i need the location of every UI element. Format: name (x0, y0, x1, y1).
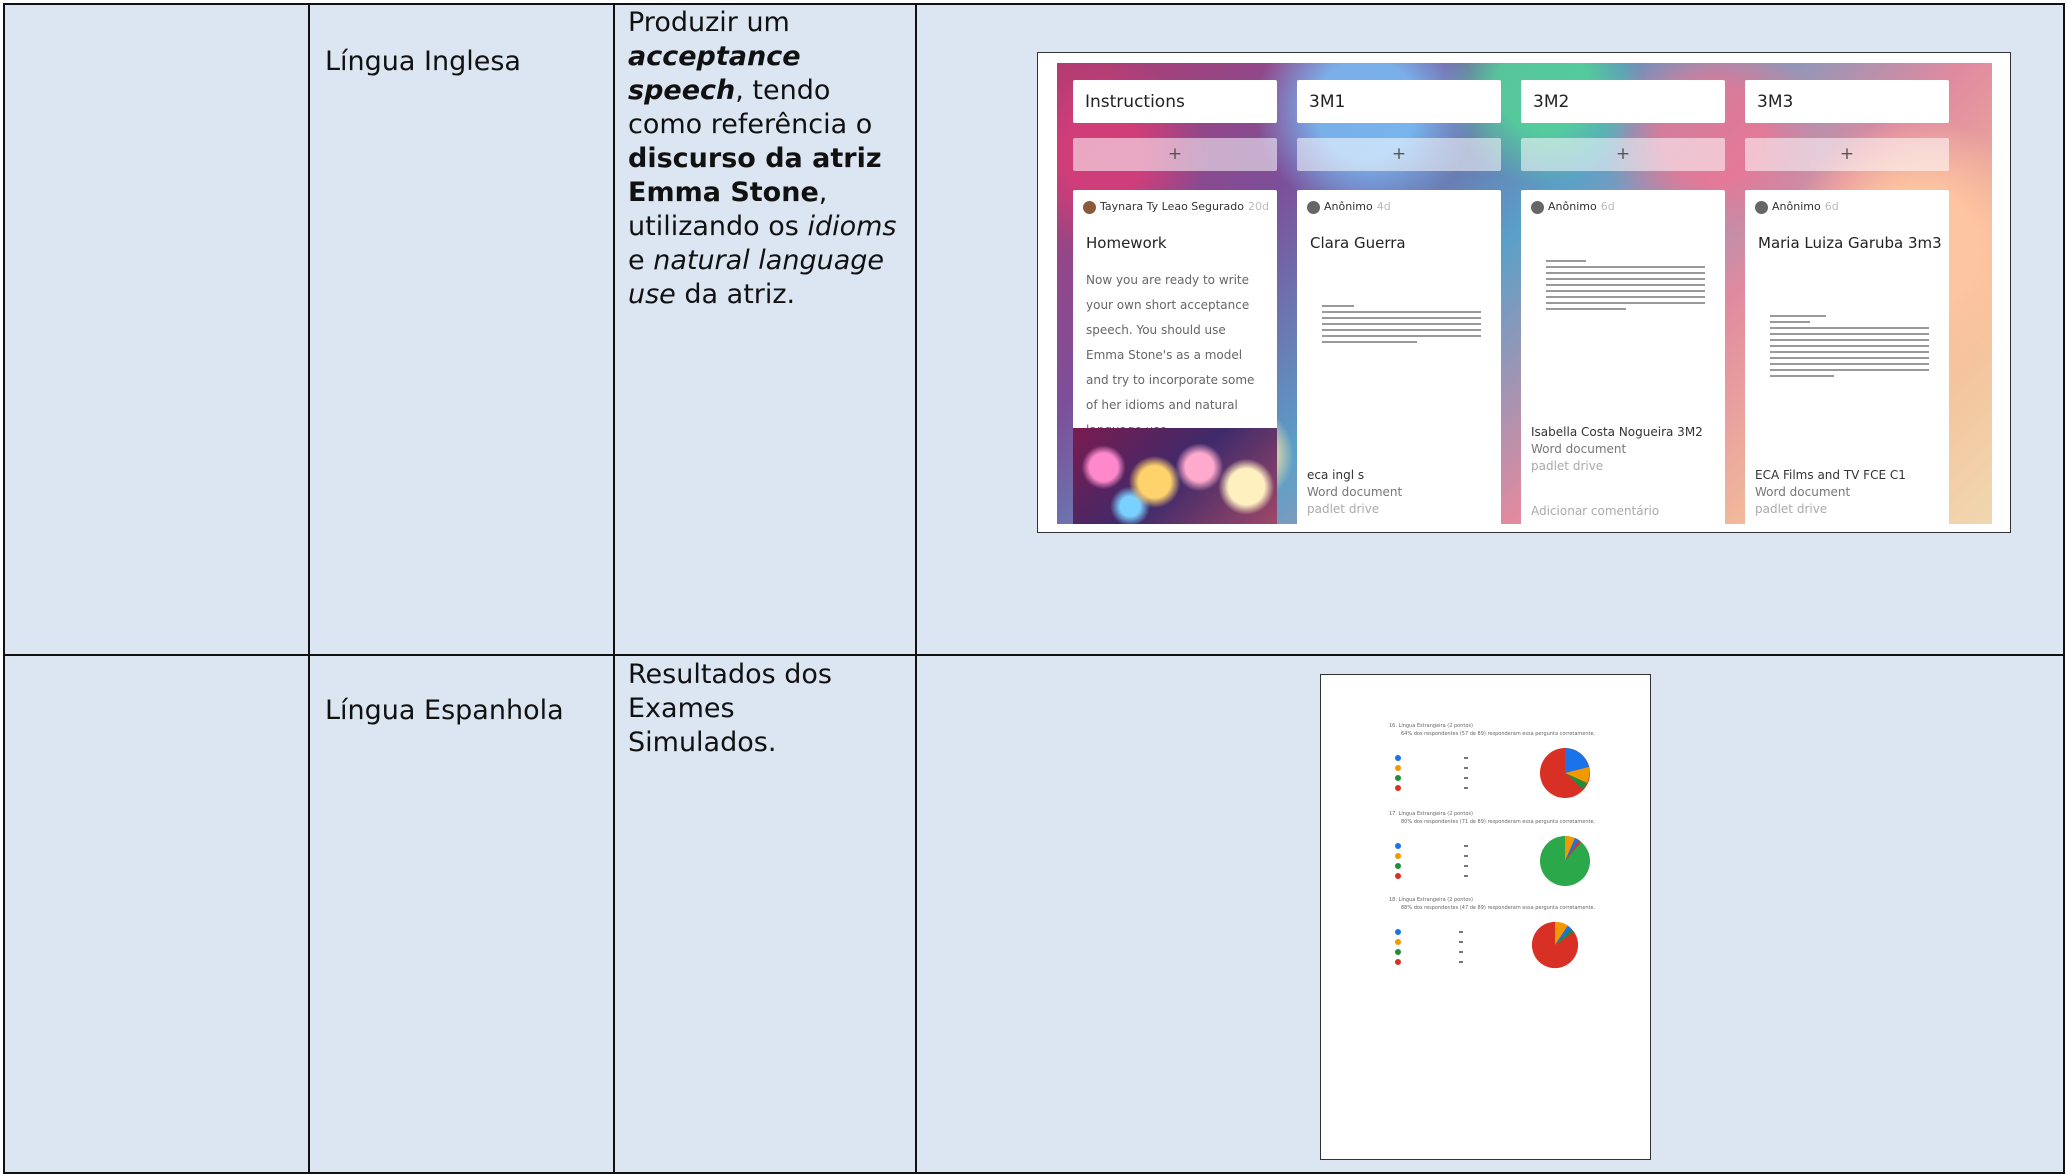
post-attachment: eca ingl s Word document padlet drive (1307, 468, 1403, 516)
legend-dot (1395, 853, 1401, 859)
avatar (1755, 200, 1768, 214)
subject-label: Língua Espanhola (325, 695, 564, 726)
activity-description: Produzir um acceptance speech, tendo com… (628, 7, 897, 310)
column-header-3m3: 3M3 (1745, 80, 1949, 123)
row2-subject-cell: Língua Espanhola (308, 654, 615, 1174)
post-title: Homework (1086, 234, 1167, 252)
legend-dot (1395, 929, 1401, 935)
pie-chart (1531, 921, 1579, 969)
post-author: Anônimo 6d (1531, 200, 1615, 214)
padlet-screenshot: Instructions + Taynara Ty Leao Segurado 2… (1037, 52, 2011, 533)
question-label: 18. Língua Estrangeira (2 pontos) (1389, 897, 1473, 903)
post-author: Anônimo 4d (1307, 200, 1391, 214)
avatar (1531, 200, 1544, 214)
legend-value (1464, 845, 1468, 847)
row2-col1-cell (3, 654, 310, 1174)
legend-dot (1395, 755, 1401, 761)
legend-dot (1395, 765, 1401, 771)
legend-value (1464, 777, 1468, 779)
exam-results-screenshot: 16. Língua Estrangeira (2 pontos) 64% do… (1320, 674, 1651, 1160)
column-header-3m1: 3M1 (1297, 80, 1501, 123)
post-author: Taynara Ty Leao Segurado 20d (1083, 200, 1269, 214)
avatar (1083, 200, 1096, 214)
legend-value (1459, 951, 1463, 953)
post-author: Anônimo 6d (1755, 200, 1839, 214)
legend-dot (1395, 863, 1401, 869)
post-body: Now you are ready to write your own shor… (1086, 273, 1255, 437)
legend-value (1459, 931, 1463, 933)
legend-dot (1395, 873, 1401, 879)
post-attachment: ECA Films and TV FCE C1 Word document pa… (1755, 468, 1906, 516)
post-card: Anônimo 6d Maria Luiza Garuba 3m3 ECA Fil… (1745, 190, 1949, 524)
add-comment-field: Adicionar comentário (1531, 504, 1660, 518)
column-header-3m2: 3M2 (1521, 80, 1725, 123)
question-summary: 88% dos respondentes (47 de 89) responde… (1401, 905, 1596, 911)
legend-dot (1395, 949, 1401, 955)
document-preview (1770, 315, 1929, 381)
legend-value (1464, 767, 1468, 769)
post-card: Anônimo 4d Clara Guerra eca ingl s Word d… (1297, 190, 1501, 524)
activity-description: Resultados dos Exames Simulados. (628, 659, 833, 758)
add-post-button: + (1073, 138, 1277, 171)
legend-dot (1395, 785, 1401, 791)
column-header-instructions: Instructions (1073, 80, 1277, 123)
legend-value (1459, 941, 1463, 943)
avatar (1307, 200, 1320, 214)
legend-dot (1395, 959, 1401, 965)
legend-value (1464, 855, 1468, 857)
legend-value (1459, 961, 1463, 963)
pie-chart (1540, 835, 1590, 886)
post-title: Clara Guerra (1310, 234, 1406, 252)
row1-col1-cell (3, 3, 310, 656)
legend-value (1464, 875, 1468, 877)
bokeh-image (1073, 428, 1277, 524)
post-card: Taynara Ty Leao Segurado 20d Homework Now… (1073, 190, 1277, 524)
add-post-button: + (1297, 138, 1501, 171)
legend-dot (1395, 939, 1401, 945)
question-summary: 80% dos respondentes (71 de 89) responde… (1401, 819, 1596, 825)
row1-activity-cell: Produzir um acceptance speech, tendo com… (613, 3, 917, 656)
row1-subject-cell: Língua Inglesa (308, 3, 615, 656)
question-summary: 64% dos respondentes (57 de 89) responde… (1401, 731, 1596, 737)
pie-chart (1540, 748, 1590, 798)
question-label: 16. Língua Estrangeira (2 pontos) (1389, 723, 1473, 729)
legend-value (1464, 757, 1468, 759)
legend-dot (1395, 843, 1401, 849)
post-card: Anônimo 6d Isabella Costa Nogueira 3M2 Wo… (1521, 190, 1725, 524)
post-attachment: Isabella Costa Nogueira 3M2 Word documen… (1531, 425, 1703, 473)
padlet-board: Instructions + Taynara Ty Leao Segurado 2… (1057, 63, 1992, 524)
row2-activity-cell: Resultados dos Exames Simulados. (613, 654, 917, 1174)
legend-dot (1395, 775, 1401, 781)
subject-label: Língua Inglesa (325, 46, 521, 77)
add-post-button: + (1745, 138, 1949, 171)
question-label: 17. Língua Estrangeira (2 pontos) (1389, 811, 1473, 817)
document-preview (1322, 305, 1481, 347)
document-preview (1546, 260, 1705, 314)
add-post-button: + (1521, 138, 1725, 171)
legend-value (1464, 787, 1468, 789)
post-title: Maria Luiza Garuba 3m3 (1758, 234, 1942, 252)
legend-value (1464, 865, 1468, 867)
